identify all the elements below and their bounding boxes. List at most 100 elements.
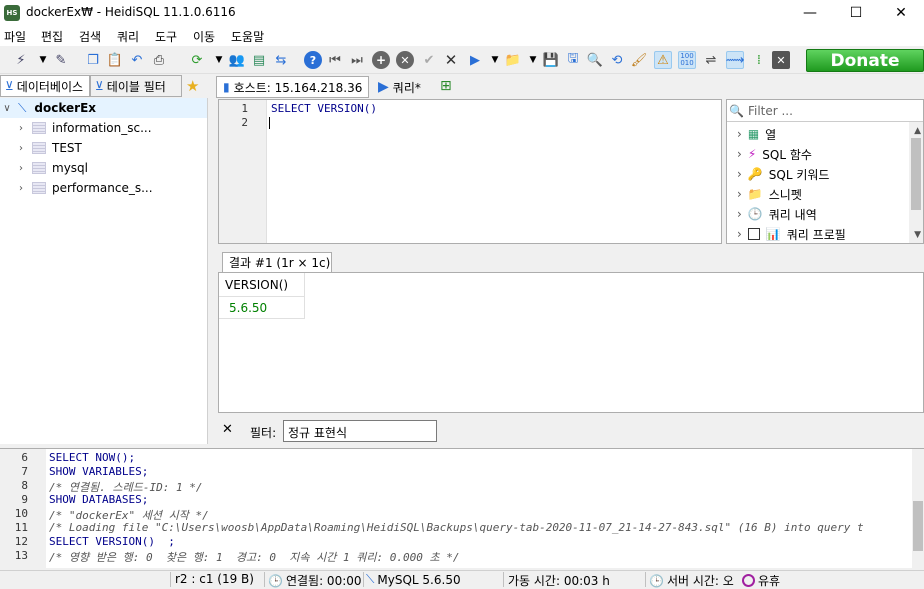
tree-item[interactable]: › mysql xyxy=(0,158,207,178)
checkbox-icon[interactable] xyxy=(747,228,760,240)
log-text-area: SELECT NOW(); SHOW VARIABLES; /* 연결됨. 스레… xyxy=(46,449,910,569)
chevron-right-icon[interactable]: › xyxy=(737,167,742,181)
lightning-icon: ⚡ xyxy=(747,147,757,161)
dropdown-arrow-icon[interactable]: ▼ xyxy=(486,51,504,69)
tree-item[interactable]: › performance_s... xyxy=(0,178,207,198)
chevron-right-icon[interactable]: › xyxy=(14,163,28,174)
dropdown-arrow-icon[interactable]: ▼ xyxy=(34,51,52,69)
post-icon[interactable]: ✔ xyxy=(420,51,438,69)
tab-databases[interactable]: ⊻ 데이터베이스 xyxy=(0,75,90,97)
print-icon[interactable]: ⎙ xyxy=(150,51,168,69)
status-connected-label: 연결됨: 00:00 xyxy=(285,574,362,588)
database-icon xyxy=(32,182,46,194)
chevron-down-icon[interactable]: ∨ xyxy=(0,103,14,114)
line-number: 6 xyxy=(21,451,28,464)
clock-icon: 🕒 xyxy=(747,207,763,221)
helper-item-profile[interactable]: › 📊 쿼리 프로필 xyxy=(737,224,846,244)
helper-item-keywords[interactable]: › 🔑 SQL 키워드 xyxy=(737,164,829,184)
menu-tools[interactable]: 도구 xyxy=(155,28,177,45)
dropdown-arrow-icon[interactable]: ▼ xyxy=(524,51,542,69)
star-icon[interactable]: ★ xyxy=(186,77,199,95)
chevron-right-icon[interactable]: › xyxy=(737,207,742,221)
open-folder-icon[interactable]: 📁 xyxy=(504,51,522,69)
donate-button[interactable]: Donate xyxy=(806,49,924,72)
helper-item-snippets[interactable]: › 📁 스니펫 xyxy=(737,184,802,204)
scroll-up-icon[interactable]: ▲ xyxy=(914,126,921,136)
chevron-right-icon[interactable]: › xyxy=(737,227,742,241)
server-icon: ⟍ xyxy=(366,572,375,586)
menu-search[interactable]: 검색 xyxy=(79,28,101,45)
find-icon[interactable]: 🔍 xyxy=(586,51,604,69)
tab-host[interactable]: ▮ 호스트: 15.164.218.36 xyxy=(216,76,370,98)
copy-icon[interactable]: ❐ xyxy=(84,51,102,69)
filter-input[interactable]: 정규 표현식 xyxy=(283,420,437,442)
tree-item[interactable]: › information_sc... xyxy=(0,118,207,138)
helper-item-history[interactable]: › 🕒 쿼리 내역 xyxy=(737,204,817,224)
chevron-right-icon[interactable]: › xyxy=(14,143,28,154)
last-icon[interactable]: ⏭ xyxy=(348,51,366,69)
first-icon[interactable]: ⏮ xyxy=(326,51,344,69)
circle-icon xyxy=(742,574,755,587)
chevron-right-icon[interactable]: › xyxy=(14,183,28,194)
helper-filter[interactable]: 🔍 Filter ... xyxy=(727,100,923,122)
undo-icon[interactable]: ↶ xyxy=(128,51,146,69)
cancel-icon[interactable]: ✕ xyxy=(442,51,460,69)
log-line: /* Loading file "C:\Users\woosb\AppData\… xyxy=(49,521,864,534)
menu-query[interactable]: 쿼리 xyxy=(117,28,139,45)
delete-row-icon[interactable]: ✕ xyxy=(396,51,414,69)
close-button[interactable]: ✕ xyxy=(878,0,924,26)
tab-query[interactable]: ▶ 쿼리* xyxy=(372,76,427,98)
maximize-button[interactable]: ☐ xyxy=(833,0,879,26)
log-scrollbar[interactable] xyxy=(912,449,924,569)
close-tab-icon[interactable]: ✕ xyxy=(772,51,790,69)
minimize-button[interactable]: — xyxy=(787,0,833,26)
refresh-icon[interactable]: ⟳ xyxy=(188,51,206,69)
tab-table-filter[interactable]: ⊻ 테이블 필터 xyxy=(90,75,182,97)
column-header[interactable]: VERSION() xyxy=(219,273,305,297)
add-row-icon[interactable]: + xyxy=(372,51,390,69)
tree-item[interactable]: › TEST xyxy=(0,138,207,158)
results-tab[interactable]: 결과 #1 (1r × 1c) xyxy=(222,252,332,272)
tab-label: 데이터베이스 xyxy=(16,79,84,94)
helper-scrollbar[interactable] xyxy=(909,122,923,243)
help-icon[interactable]: ? xyxy=(304,51,322,69)
menu-file[interactable]: 파일 xyxy=(4,28,26,45)
table-cell[interactable]: 5.6.50 xyxy=(219,297,305,319)
run-line-icon[interactable]: ⁞ xyxy=(750,51,768,69)
database-icon xyxy=(32,162,46,174)
wrap-icon[interactable]: ⇌ xyxy=(702,51,720,69)
paste-icon[interactable]: 📋 xyxy=(106,51,124,69)
warning-icon[interactable]: ⚠ xyxy=(654,51,672,69)
query-tabs: ▮ 호스트: 15.164.218.36 ▶ 쿼리* ⊞ xyxy=(214,74,924,98)
helper-item-functions[interactable]: › ⚡ SQL 함수 xyxy=(737,144,812,164)
menu-edit[interactable]: 편집 xyxy=(41,28,63,45)
dropdown-arrow-icon[interactable]: ▼ xyxy=(210,51,228,69)
chevron-right-icon[interactable]: › xyxy=(737,127,742,141)
transfer-icon[interactable]: ⇆ xyxy=(272,51,290,69)
export-icon[interactable]: ▤ xyxy=(250,51,268,69)
disconnect-icon[interactable]: ✎ xyxy=(52,51,70,69)
replace-icon[interactable]: ⟲ xyxy=(608,51,626,69)
line-number: 12 xyxy=(14,535,28,548)
binary-icon[interactable]: 100 010 xyxy=(678,51,696,69)
new-query-tab-icon[interactable]: ⊞ xyxy=(440,78,452,94)
user-manager-icon[interactable]: 👥 xyxy=(228,51,246,69)
sql-editor[interactable]: 1 2 SELECT VERSION() xyxy=(218,99,722,244)
menu-help[interactable]: 도움말 xyxy=(231,28,264,45)
helper-item-columns[interactable]: › ▦ 열 xyxy=(737,124,776,144)
sql-log[interactable]: 6 7 8 9 10 11 12 13 SELECT NOW(); SHOW V… xyxy=(0,448,924,569)
save-icon[interactable]: 💾 xyxy=(542,51,560,69)
menu-goto[interactable]: 이동 xyxy=(193,28,215,45)
scroll-down-icon[interactable]: ▼ xyxy=(914,230,921,240)
helper-item-label: 쿼리 내역 xyxy=(768,207,817,222)
close-filter-icon[interactable]: ✕ xyxy=(222,422,233,437)
chevron-right-icon[interactable]: › xyxy=(737,147,742,161)
log-icon[interactable]: ⟿ xyxy=(726,51,744,69)
connect-icon[interactable]: ⚡ xyxy=(12,51,30,69)
chevron-right-icon[interactable]: › xyxy=(14,123,28,134)
tree-root[interactable]: ∨ ⟍ dockerEx xyxy=(0,98,207,118)
format-sql-icon[interactable]: 🖌 xyxy=(630,51,648,69)
run-icon[interactable]: ▶ xyxy=(466,51,484,69)
chevron-right-icon[interactable]: › xyxy=(737,187,742,201)
save-as-icon[interactable]: 🖫 xyxy=(564,51,582,69)
